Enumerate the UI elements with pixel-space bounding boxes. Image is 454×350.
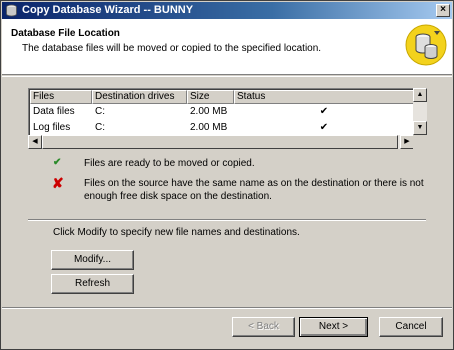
section-divider xyxy=(28,219,426,221)
horizontal-scrollbar[interactable]: ◀ ▶ xyxy=(28,135,414,149)
next-button[interactable]: Next > xyxy=(299,317,368,337)
back-button[interactable]: < Back xyxy=(232,317,295,337)
scroll-up-icon[interactable]: ▲ xyxy=(413,88,427,102)
page-subtitle: The database files will be moved or copi… xyxy=(22,43,322,54)
row-size: 2.00 MB xyxy=(190,122,228,133)
ready-legend-text: Files are ready to be moved or copied. xyxy=(84,158,255,169)
modify-hint-text: Click Modify to specify new file names a… xyxy=(53,227,300,238)
scroll-down-icon[interactable]: ▼ xyxy=(413,121,427,135)
database-icon xyxy=(6,4,17,17)
modify-button[interactable]: Modify... xyxy=(51,250,134,270)
status-check-icon: ✔ xyxy=(319,106,329,117)
scroll-right-icon[interactable]: ▶ xyxy=(400,135,414,149)
scroll-thumb[interactable] xyxy=(42,135,398,149)
refresh-button[interactable]: Refresh xyxy=(51,274,134,294)
header-divider xyxy=(2,76,452,77)
error-legend-line2: enough free disk space on the destinatio… xyxy=(84,191,272,202)
wizard-window: Copy Database Wizard -- BUNNY × Database… xyxy=(0,0,454,350)
row-files: Log files xyxy=(33,122,71,133)
row-drive: C: xyxy=(95,122,105,133)
footer-divider xyxy=(2,307,452,309)
cancel-button[interactable]: Cancel xyxy=(379,317,443,337)
table-row[interactable]: Data files C: 2.00 MB ✔ xyxy=(30,104,413,120)
close-icon: × xyxy=(440,4,446,15)
error-x-icon: ✘ xyxy=(52,175,64,191)
page-title: Database File Location xyxy=(11,28,120,39)
row-drive: C: xyxy=(95,106,105,117)
title-bar[interactable]: Copy Database Wizard -- BUNNY × xyxy=(2,2,452,19)
row-size: 2.00 MB xyxy=(190,106,228,117)
wizard-header: Database File Location The database file… xyxy=(2,19,452,75)
column-header-destination[interactable]: Destination drives xyxy=(92,90,187,104)
wizard-logo-icon xyxy=(405,24,447,66)
scroll-left-icon[interactable]: ◀ xyxy=(28,135,42,149)
ready-check-icon: ✔ xyxy=(53,157,62,168)
window-title: Copy Database Wizard -- BUNNY xyxy=(22,4,194,16)
column-header-size[interactable]: Size xyxy=(187,90,234,104)
column-header-status[interactable]: Status xyxy=(234,90,413,104)
list-header: Files Destination drives Size Status xyxy=(30,90,413,104)
close-button[interactable]: × xyxy=(436,4,450,17)
column-header-files[interactable]: Files xyxy=(30,90,92,104)
error-legend-line1: Files on the source have the same name a… xyxy=(84,178,424,189)
scroll-corner xyxy=(413,135,427,149)
vertical-scrollbar[interactable]: ▲ ▼ xyxy=(413,88,427,135)
status-check-icon: ✔ xyxy=(319,122,329,133)
row-files: Data files xyxy=(33,106,75,117)
table-row[interactable]: Log files C: 2.00 MB ✔ xyxy=(30,120,413,136)
